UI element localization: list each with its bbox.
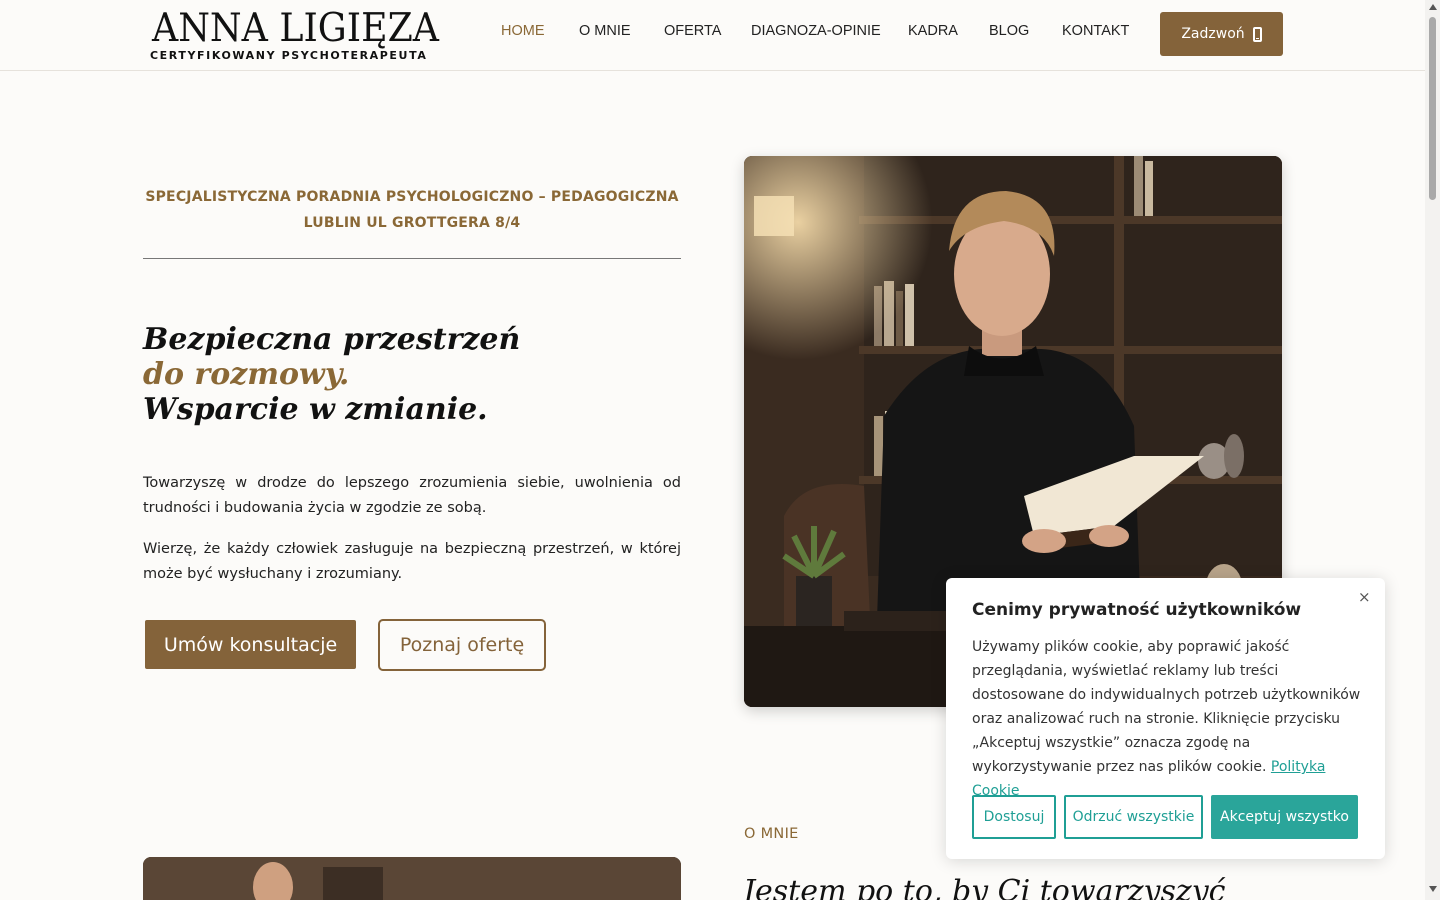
close-icon[interactable]: × — [1358, 588, 1371, 606]
about-photo — [143, 857, 681, 900]
logo-subtitle: CERTYFIKOWANY PSYCHOTERAPEUTA — [150, 49, 428, 62]
cookie-description: Używamy plików cookie, aby poprawić jako… — [972, 639, 1361, 775]
nav-home[interactable]: HOME — [501, 23, 545, 39]
nav-diagnoza-opinie[interactable]: DIAGNOZA-OPINIE — [751, 23, 881, 39]
scroll-down-arrow-icon[interactable] — [1429, 886, 1437, 892]
nav-blog[interactable]: BLOG — [989, 23, 1029, 39]
scroll-up-arrow-icon[interactable] — [1429, 4, 1437, 10]
clinic-eyebrow: SPECJALISTYCZNA PORADNIA PSYCHOLOGICZNO … — [143, 184, 681, 236]
book-consultation-button[interactable]: Umów konsultacje — [145, 620, 356, 669]
headline-line-3: Wsparcie w zmianie. — [143, 392, 488, 427]
scrollbar-thumb[interactable] — [1429, 17, 1436, 200]
nav-oferta[interactable]: OFERTA — [664, 23, 721, 39]
call-button-label: Zadzwoń — [1181, 26, 1245, 42]
page-scrollbar[interactable] — [1425, 0, 1440, 900]
eyebrow-line-2: LUBLIN UL GROTTGERA 8/4 — [303, 215, 521, 231]
hero-paragraph-1: Towarzyszę w drodze do lepszego zrozumie… — [143, 475, 681, 516]
hero-divider — [143, 258, 681, 259]
eyebrow-line-1: SPECJALISTYCZNA PORADNIA PSYCHOLOGICZNO … — [145, 189, 679, 205]
cookie-text: Używamy plików cookie, aby poprawić jako… — [972, 635, 1362, 803]
cookie-customize-button[interactable]: Dostosuj — [972, 795, 1056, 839]
about-title: Jestem po to, by Ci towarzyszyć — [743, 874, 1226, 900]
cookie-consent-dialog: Cenimy prywatność użytkowników × Używamy… — [946, 578, 1385, 859]
site-header: ANNA LIGIĘZA CERTYFIKOWANY PSYCHOTERAPEU… — [0, 0, 1425, 71]
call-button[interactable]: Zadzwoń — [1160, 12, 1283, 56]
nav-kadra[interactable]: KADRA — [908, 23, 958, 39]
headline-line-1: Bezpieczna przestrzeń — [143, 322, 521, 357]
hero-headline: Bezpieczna przestrzeń do rozmowy. Wsparc… — [143, 322, 520, 427]
cookie-title: Cenimy prywatność użytkowników — [972, 600, 1302, 620]
nav-kontakt[interactable]: KONTAKT — [1062, 23, 1129, 39]
cookie-reject-button[interactable]: Odrzuć wszystkie — [1064, 795, 1203, 839]
about-label: O MNIE — [744, 826, 799, 842]
headline-line-2: do rozmowy. — [143, 357, 350, 392]
cookie-accept-button[interactable]: Akceptuj wszystko — [1211, 795, 1358, 839]
phone-icon — [1252, 26, 1262, 42]
about-photo-illustration — [143, 857, 681, 900]
see-offer-button[interactable]: Poznaj ofertę — [378, 619, 546, 671]
nav-o-mnie[interactable]: O MNIE — [579, 23, 631, 39]
hero-paragraph-2: Wierzę, że każdy człowiek zasługuje na b… — [143, 541, 681, 582]
